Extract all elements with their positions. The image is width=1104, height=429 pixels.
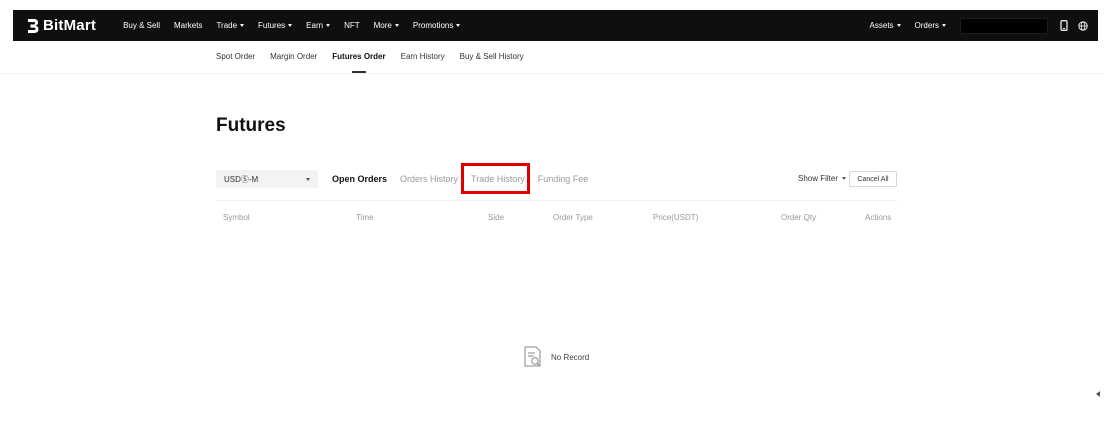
bitmart-logo-icon (28, 18, 39, 33)
top-navigation-bar: BitMart Buy & Sell Markets Trade Futures… (13, 10, 1098, 41)
subnav-earn-history[interactable]: Earn History (401, 52, 445, 61)
main-menu: Buy & Sell Markets Trade Futures Earn NF… (123, 21, 474, 30)
column-header-price: Price(USDT) (653, 213, 699, 222)
orders-subnav: Spot Order Margin Order Futures Order Ea… (0, 41, 1104, 74)
nav-item-assets[interactable]: Assets (870, 21, 901, 30)
column-header-side: Side (488, 213, 505, 222)
chevron-down-icon (288, 24, 293, 27)
brand-name: BitMart (43, 17, 97, 34)
chevron-down-icon (240, 24, 245, 27)
nav-item-futures[interactable]: Futures (258, 21, 293, 30)
chevron-down-icon (394, 24, 399, 27)
empty-state: No Record (523, 346, 589, 368)
table-divider (216, 200, 897, 201)
brand-logo[interactable]: BitMart (27, 17, 96, 34)
no-record-icon (524, 346, 541, 367)
nav-item-buy-sell[interactable]: Buy & Sell (123, 21, 160, 30)
nav-item-orders[interactable]: Orders (915, 21, 946, 30)
chevron-down-icon (306, 177, 310, 181)
trade-history-highlight-box (461, 163, 530, 194)
nav-item-nft[interactable]: NFT (344, 21, 360, 30)
cancel-all-button[interactable]: Cancel All (849, 171, 897, 187)
subnav-buy-sell-history[interactable]: Buy & Sell History (460, 52, 524, 61)
nav-item-earn[interactable]: Earn (306, 21, 331, 30)
subnav-futures-order[interactable]: Futures Order (332, 52, 385, 61)
tab-orders-history[interactable]: Orders History (400, 174, 458, 184)
column-header-symbol: Symbol (223, 213, 250, 222)
chevron-down-icon (942, 24, 946, 27)
chevron-down-icon (896, 24, 901, 27)
nav-item-markets[interactable]: Markets (174, 21, 202, 30)
column-header-actions: Actions (865, 213, 892, 222)
redacted-account-area (960, 17, 1048, 34)
column-header-order-type: Order Type (553, 213, 593, 222)
subnav-spot-order[interactable]: Spot Order (216, 52, 255, 61)
subnav-margin-order[interactable]: Margin Order (270, 52, 317, 61)
chevron-down-icon (326, 24, 331, 27)
tab-funding-fee[interactable]: Funding Fee (538, 174, 589, 184)
empty-state-label: No Record (551, 352, 590, 362)
column-header-order-qty: Order Qty (781, 213, 817, 222)
tab-open-orders[interactable]: Open Orders (332, 174, 387, 184)
show-filter-label: Show Filter (798, 174, 839, 183)
show-filter-toggle[interactable]: Show Filter (798, 174, 847, 183)
chevron-down-icon (842, 177, 847, 180)
account-menu: Assets Orders (870, 17, 1098, 34)
globe-icon[interactable] (1078, 20, 1088, 31)
contract-type-value: USDⓈ-M (224, 174, 259, 184)
nav-item-more[interactable]: More (374, 21, 399, 30)
nav-item-trade[interactable]: Trade (216, 21, 245, 30)
contract-type-select[interactable]: USDⓈ-M (216, 170, 318, 188)
mobile-phone-icon[interactable] (1060, 20, 1068, 31)
nav-item-promotions[interactable]: Promotions (413, 21, 461, 30)
collapse-arrow-icon[interactable] (1096, 391, 1100, 397)
column-header-time: Time (356, 213, 374, 222)
page-title: Futures (216, 115, 286, 136)
chevron-down-icon (456, 24, 461, 27)
